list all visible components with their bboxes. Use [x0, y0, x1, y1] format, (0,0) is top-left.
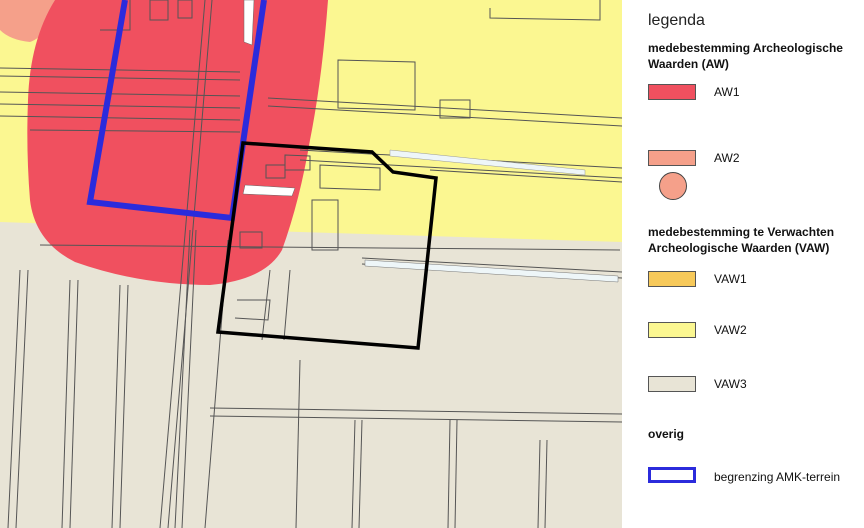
- legend-swatch-aw1: [648, 84, 696, 100]
- legend-heading-vaw: medebestemming te Verwachten Archeologis…: [648, 225, 835, 255]
- legend-swatch-vaw1: [648, 271, 696, 287]
- legend-label-amk: begrenzing AMK-terrein: [714, 470, 841, 484]
- legend-swatch-vaw3: [648, 376, 696, 392]
- legend-swatch-amk: [648, 467, 696, 483]
- legend-symbol-aw2-circle: [659, 172, 687, 200]
- legend-swatch-vaw2: [648, 322, 696, 338]
- white-stripe: [243, 0, 255, 46]
- legend-label-vaw3: VAW3: [714, 377, 747, 391]
- legend-label-vaw1: VAW1: [714, 272, 747, 286]
- legend-label-vaw2: VAW2: [714, 323, 747, 337]
- map-canvas[interactable]: [0, 0, 622, 528]
- legend-label-aw2: AW2: [714, 151, 740, 165]
- legend-heading-overig: overig: [648, 427, 685, 441]
- legend-panel: legenda medebestemming Archeologische Wa…: [622, 0, 864, 528]
- legend-label-aw1: AW1: [714, 85, 740, 99]
- aw1-zone: [27, 0, 328, 285]
- legend-title: legenda: [648, 12, 705, 29]
- legend-heading-aw: medebestemming Archeologische Waarden (A…: [648, 41, 843, 71]
- legend-swatch-aw2: [648, 150, 696, 166]
